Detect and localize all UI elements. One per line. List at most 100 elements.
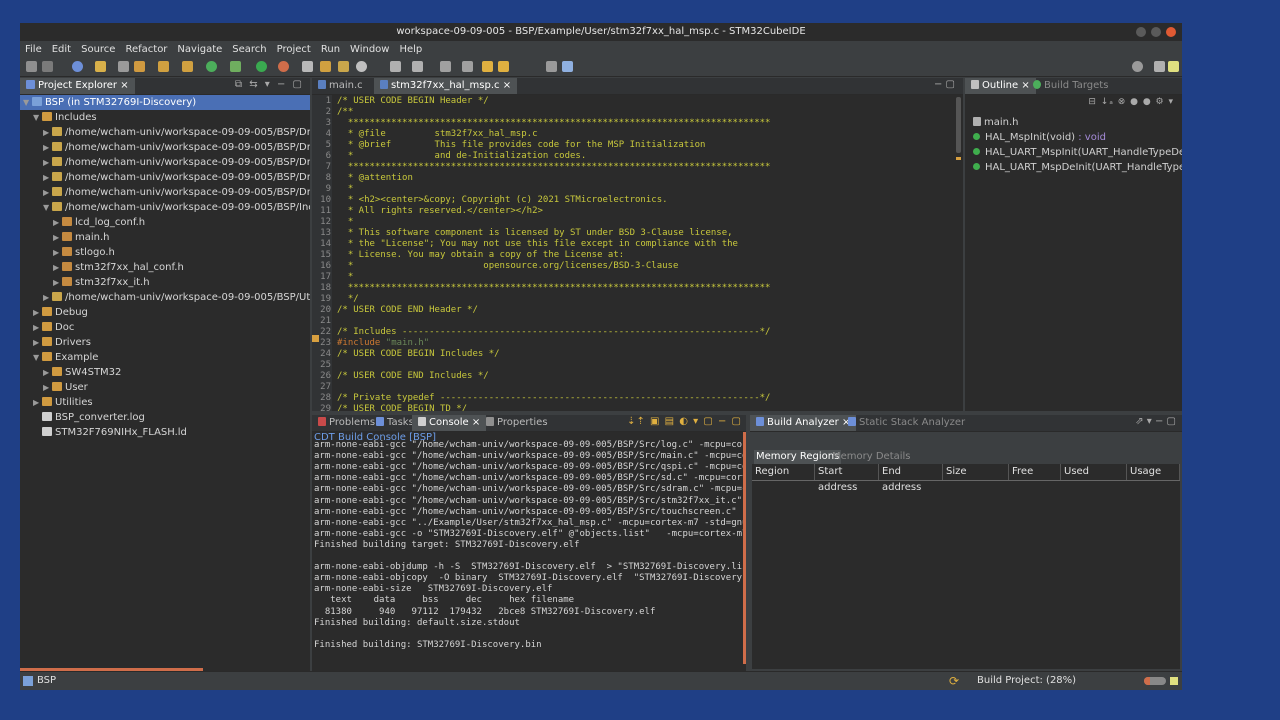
warning-marker-icon[interactable] <box>312 335 319 342</box>
new-icon[interactable] <box>26 61 37 72</box>
annotation-icon[interactable] <box>390 61 401 72</box>
tree-item[interactable]: ▶ /home/wcham-univ/workspace-09-09-005/BS… <box>20 185 310 200</box>
menu-navigate[interactable]: Navigate <box>172 41 227 58</box>
tree-item[interactable]: ▶ lcd_log_conf.h <box>20 215 310 230</box>
overview-ruler-marker[interactable] <box>956 157 961 160</box>
tree-item[interactable]: ▶ stm32f7xx_hal_conf.h <box>20 260 310 275</box>
menu-help[interactable]: Help <box>394 41 427 58</box>
chevron-right-icon[interactable]: ▶ <box>43 185 52 200</box>
chevron-right-icon[interactable]: ▶ <box>53 260 62 275</box>
external-tools-icon[interactable] <box>278 61 289 72</box>
chevron-right-icon[interactable]: ▶ <box>43 170 52 185</box>
column-header[interactable]: End address <box>879 464 943 493</box>
tab-build-analyzer[interactable]: Build Analyzer × <box>750 415 857 431</box>
hammer-icon[interactable] <box>95 61 106 72</box>
console-view[interactable]: CDT Build Console [BSP] arm-none-eabi-gc… <box>312 432 746 671</box>
chevron-down-icon[interactable]: ▼ <box>33 110 42 125</box>
device-config-icon[interactable] <box>302 61 313 72</box>
menu-refactor[interactable]: Refactor <box>120 41 172 58</box>
refresh-icon[interactable]: ⟳ <box>949 674 962 688</box>
close-icon[interactable]: × <box>503 80 511 91</box>
info-icon[interactable] <box>562 61 573 72</box>
console-output[interactable]: arm-none-eabi-gcc "/home/wcham-univ/work… <box>312 440 746 668</box>
chevron-right-icon[interactable]: ▶ <box>33 335 42 350</box>
chevron-right-icon[interactable]: ▶ <box>33 395 42 410</box>
view-menu-icon[interactable]: ⧉ ⇆ ▾ − ▢ <box>235 79 304 90</box>
chevron-right-icon[interactable]: ▶ <box>43 365 52 380</box>
tree-item[interactable]: ▶ /home/wcham-univ/workspace-09-09-005/BS… <box>20 155 310 170</box>
tree-item[interactable]: ▶ /home/wcham-univ/workspace-09-09-005/BS… <box>20 125 310 140</box>
tree-item[interactable]: ▶ /home/wcham-univ/workspace-09-09-005/BS… <box>20 170 310 185</box>
tree-item[interactable]: ▼ BSP (in STM32769I-Discovery) <box>20 95 310 110</box>
perspective-switch-icon[interactable] <box>1154 61 1165 72</box>
outline-item[interactable]: HAL_MspInit(void) : void <box>973 130 1106 145</box>
column-header[interactable]: Region <box>752 464 815 480</box>
column-header[interactable]: Size <box>943 464 1009 480</box>
column-header[interactable]: Usage <box>1127 464 1180 480</box>
chevron-right-icon[interactable]: ▶ <box>43 140 52 155</box>
menu-source[interactable]: Source <box>76 41 120 58</box>
chevron-right-icon[interactable]: ▶ <box>43 125 52 140</box>
chevron-right-icon[interactable]: ▶ <box>53 215 62 230</box>
menu-run[interactable]: Run <box>316 41 345 58</box>
tree-item[interactable]: ▶ Debug <box>20 305 310 320</box>
folder-open-icon[interactable] <box>134 61 145 72</box>
prev-annotation-icon[interactable] <box>462 61 473 72</box>
editor-minimize-icon[interactable]: − ▢ <box>934 79 955 90</box>
back-icon[interactable] <box>482 61 493 72</box>
tab-console[interactable]: Console × <box>412 415 487 431</box>
console-scrollbar[interactable] <box>743 432 746 664</box>
tab-build-targets[interactable]: Build Targets <box>1027 78 1114 94</box>
cube-perspective-icon[interactable] <box>1168 61 1179 72</box>
tree-item[interactable]: STM32F769NIHx_FLASH.ld <box>20 425 310 440</box>
code-area[interactable]: 1/* USER CODE BEGIN Header */2/** 3 *****… <box>312 95 952 411</box>
progress-view-icon[interactable] <box>1170 677 1178 685</box>
forward-icon[interactable] <box>498 61 509 72</box>
next-annotation-icon[interactable] <box>440 61 451 72</box>
debug-config-icon[interactable] <box>72 61 83 72</box>
tree-item[interactable]: ▶ SW4STM32 <box>20 365 310 380</box>
tab-main-c[interactable]: main.c <box>312 78 369 94</box>
chevron-right-icon[interactable]: ▶ <box>53 245 62 260</box>
quick-access-search-icon[interactable] <box>1132 61 1143 72</box>
code-editor[interactable]: 1/* USER CODE BEGIN Header */2/** 3 *****… <box>312 95 963 411</box>
menu-edit[interactable]: Edit <box>47 41 76 58</box>
chevron-right-icon[interactable]: ▶ <box>43 290 52 305</box>
close-icon[interactable]: × <box>120 80 128 91</box>
outline-item[interactable]: main.h <box>973 115 1019 130</box>
tree-item[interactable]: ▶ Utilities <box>20 395 310 410</box>
chevron-right-icon[interactable]: ▶ <box>33 305 42 320</box>
folder-icon[interactable] <box>338 61 349 72</box>
chevron-down-icon[interactable]: ▼ <box>33 350 42 365</box>
menu-project[interactable]: Project <box>272 41 316 58</box>
tree-item[interactable]: ▶ /home/wcham-univ/workspace-09-09-005/BS… <box>20 140 310 155</box>
tree-item[interactable]: ▶ /home/wcham-univ/workspace-09-09-005/BS… <box>20 290 310 305</box>
minimize-icon[interactable] <box>1136 27 1146 37</box>
editor-scrollbar[interactable] <box>956 97 961 153</box>
import-icon[interactable] <box>182 61 193 72</box>
tree-item[interactable]: BSP_converter.log <box>20 410 310 425</box>
tree-item[interactable]: ▶ User <box>20 380 310 395</box>
build-progress-bar[interactable] <box>1144 677 1166 685</box>
close-icon[interactable] <box>1166 27 1176 37</box>
tree-item[interactable]: ▼ Example <box>20 350 310 365</box>
perspective-icon[interactable] <box>546 61 557 72</box>
tree-item[interactable]: ▶ main.h <box>20 230 310 245</box>
chevron-right-icon[interactable]: ▶ <box>53 275 62 290</box>
tree-item[interactable]: ▶ Drivers <box>20 335 310 350</box>
tree-item[interactable]: ▶ Doc <box>20 320 310 335</box>
build-all-icon[interactable] <box>118 61 129 72</box>
chevron-down-icon[interactable]: ▼ <box>43 200 52 215</box>
tab-outline[interactable]: Outline × <box>965 78 1036 94</box>
save-icon[interactable] <box>42 61 53 72</box>
outline-item[interactable]: HAL_UART_MspInit(UART_HandleTypeDef* <box>973 145 1182 160</box>
tree-item[interactable]: ▼ Includes <box>20 110 310 125</box>
chevron-right-icon[interactable]: ▶ <box>53 230 62 245</box>
column-header[interactable]: Used <box>1061 464 1127 480</box>
outline-toolbar[interactable]: ⊟ ↓ₐ ⊗ ● ● ⚙ ▾ <box>1088 97 1174 107</box>
console-toolbar[interactable]: ⇣⇡ ▣ ▤ ◐ ▾ ▢ − ▢ <box>627 416 742 427</box>
pin-icon[interactable] <box>412 61 423 72</box>
tab-static-stack-analyzer[interactable]: Static Stack Analyzer <box>842 415 971 431</box>
column-header[interactable]: Start address <box>815 464 879 493</box>
column-header[interactable]: Free <box>1009 464 1061 480</box>
